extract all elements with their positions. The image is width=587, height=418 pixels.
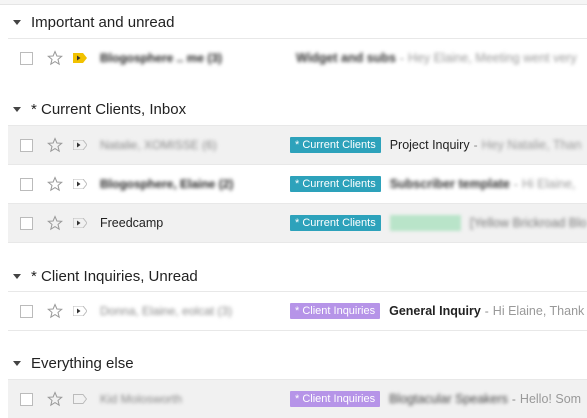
select-checkbox[interactable] <box>20 304 33 318</box>
sender: Blogosphere .. me (3) <box>100 51 223 65</box>
section-header-client-inquiries[interactable]: * Client Inquiries, Unread <box>0 264 587 288</box>
email-row[interactable]: Freedcamp * Current Clients Account Info… <box>8 203 587 242</box>
sender: Natalie, XOMISSE (6) <box>100 138 217 152</box>
important-marker-icon[interactable] <box>73 218 87 228</box>
star-icon[interactable] <box>47 50 63 66</box>
label-client-inquiries[interactable]: * Client Inquiries <box>290 303 381 319</box>
snippet: Hi Elaine, <box>521 177 576 191</box>
star-icon[interactable] <box>47 176 63 192</box>
email-row[interactable]: Donna, Elaine, eolcat (3) * Client Inqui… <box>8 291 587 330</box>
star-icon[interactable] <box>47 215 63 231</box>
sender: Donna, Elaine, eolcat (3) <box>100 304 233 318</box>
important-marker-icon[interactable] <box>73 140 87 150</box>
section-header-everything-else[interactable]: Everything else <box>0 351 587 375</box>
important-marker-icon[interactable] <box>73 53 87 63</box>
star-icon[interactable] <box>47 391 63 407</box>
sender: Freedcamp <box>100 216 164 230</box>
star-icon[interactable] <box>47 137 63 153</box>
label-current-clients[interactable]: * Current Clients <box>290 137 381 153</box>
star-icon[interactable] <box>47 303 63 319</box>
label-current-clients[interactable]: * Current Clients <box>290 176 381 192</box>
sender: Blogosphere, Elaine (2) <box>100 177 234 191</box>
select-checkbox[interactable] <box>20 51 33 65</box>
select-checkbox[interactable] <box>20 392 33 406</box>
collapse-triangle-icon[interactable] <box>13 273 21 279</box>
email-row[interactable]: Blogosphere .. me (3) Widget and subs - … <box>8 38 587 77</box>
select-checkbox[interactable] <box>20 138 33 152</box>
label-current-clients[interactable]: * Current Clients <box>290 215 381 231</box>
sender: Kid Molosworth <box>100 392 183 406</box>
snippet: Hi Elaine, Thank <box>492 304 585 318</box>
collapse-triangle-icon[interactable] <box>13 106 21 112</box>
select-checkbox[interactable] <box>20 177 33 191</box>
select-checkbox[interactable] <box>20 216 33 230</box>
section-title: Important and unread <box>31 13 175 31</box>
subject: General Inquiry <box>389 304 481 318</box>
subject: Project Inquiry <box>389 138 470 152</box>
important-marker-icon[interactable] <box>73 306 87 316</box>
section-header-important-unread[interactable]: Important and unread <box>0 10 587 34</box>
important-marker-icon[interactable] <box>73 179 87 189</box>
snippet: Hey Natalie, Than <box>481 138 582 152</box>
section-title: * Client Inquiries, Unread <box>31 267 198 285</box>
email-row[interactable]: Natalie, XOMISSE (6) * Current Clients P… <box>8 125 587 164</box>
section-header-current-clients[interactable]: * Current Clients, Inbox <box>0 97 587 121</box>
top-edge <box>0 0 587 5</box>
subject: Blogtacular Speakers <box>389 392 508 406</box>
section-title: Everything else <box>31 354 134 372</box>
collapse-triangle-icon[interactable] <box>13 19 21 25</box>
snippet: Hey Elaine, Meeting went very <box>407 51 577 65</box>
label-account-info[interactable]: Account Info <box>389 215 461 231</box>
collapse-triangle-icon[interactable] <box>13 360 21 366</box>
subject: Subscriber template <box>389 177 510 191</box>
email-row[interactable]: Kid Molosworth * Client Inquiries Blogta… <box>8 379 587 418</box>
section-title: * Current Clients, Inbox <box>31 100 187 118</box>
subject: Widget and subs <box>296 51 396 65</box>
importance-marker-icon[interactable] <box>73 394 87 404</box>
subject: [Yellow Brickroad Blo <box>469 216 587 230</box>
label-client-inquiries[interactable]: * Client Inquiries <box>290 391 381 407</box>
snippet: Hello! Som <box>519 392 582 406</box>
email-row[interactable]: Blogosphere, Elaine (2) * Current Client… <box>8 164 587 203</box>
